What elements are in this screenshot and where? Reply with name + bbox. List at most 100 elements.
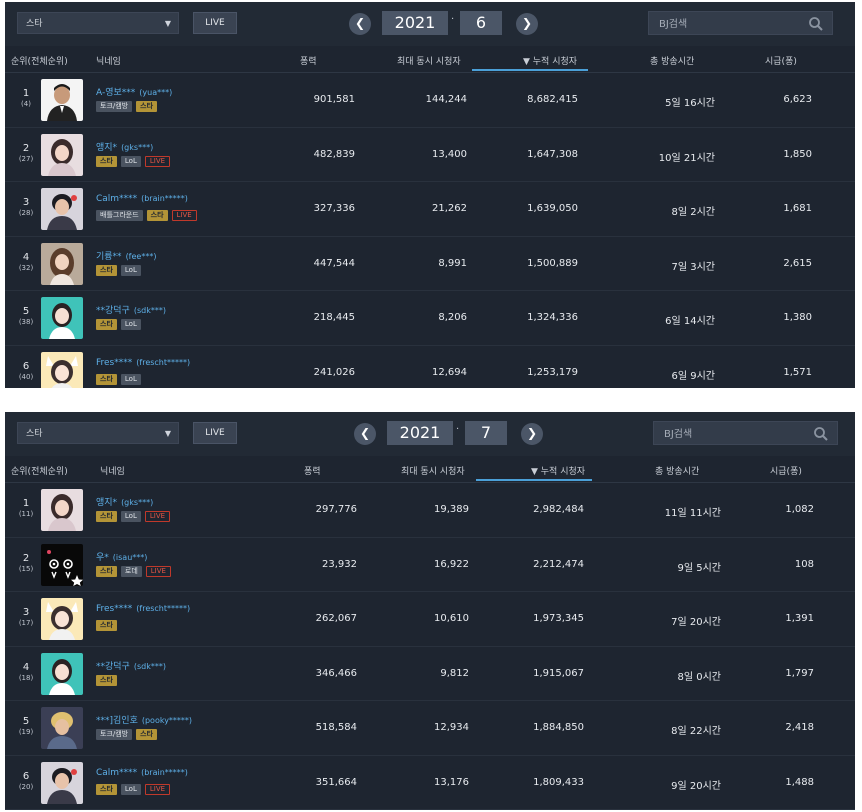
search-icon[interactable] [808,16,824,32]
category-badge: LoL [120,319,141,330]
column-nickname[interactable]: 닉네임 [96,54,121,67]
peak-viewers-value: 13,176 [434,776,469,788]
avatar[interactable] [41,297,83,339]
avatar[interactable] [41,133,83,176]
overall-rank: (4) [21,100,31,108]
ranking-row[interactable]: 2 (27) 앵지* (gks***) 스타 LoL LIVE 482,839 13,400 1,… [5,128,855,182]
column-nickname[interactable]: 닉네임 [100,464,125,477]
bj-nickname[interactable]: 우* (isau***) [96,550,147,563]
overall-rank: (32) [18,263,34,272]
avatar-image [41,79,83,121]
overall-rank: (40) [18,372,34,381]
rank-number: 4 [22,251,30,263]
avatar[interactable] [41,242,83,285]
ranking-row[interactable]: 1 (11) 앵지* (gks***) 스타 LoL LIVE 297,776 19,389 2,… [5,483,855,538]
bj-nickname[interactable]: A-영보*** (yua***) [96,85,172,98]
avatar[interactable] [41,707,83,749]
nickname-text: ***]김인호 [96,716,138,726]
rank-number: 1 [22,498,30,509]
rank: 1 (11) [11,498,41,520]
next-month-button[interactable]: ❯ [516,13,538,35]
month-display[interactable]: 6 [460,11,502,35]
bj-nickname[interactable]: 앵지* (gks***) [96,495,153,508]
bj-search-input[interactable] [649,12,811,37]
category-badge: 토크/캠방 [96,729,133,740]
avatar-image [41,598,83,640]
bj-nickname[interactable]: **강덕구 (sdk***) [96,303,166,316]
ranking-row[interactable]: 6 (40) Fres**** (frescht*****) 스타 LoL 241,026 1… [5,346,855,388]
cumulative-viewers-value: 1,647,308 [527,148,578,160]
ranking-row[interactable]: 4 (18) **강덕구 (sdk***) 스타 346,466 9,812 1,915,06… [5,647,855,701]
avatar[interactable] [41,188,83,230]
column-broadcast-hours[interactable]: 총 방송시간 [650,54,694,67]
category-badge: 스타 [96,674,117,686]
power-value: 23,932 [322,558,357,570]
broadcast-hours-value: 10일 21시간 [658,152,715,164]
badge-list: 토크/캠방 스타 [96,729,161,740]
prev-month-button[interactable]: ❮ [354,423,376,445]
broadcast-hours-value: 9일 20시간 [671,780,721,792]
year-display[interactable]: 2021 [387,421,453,445]
ranking-row[interactable]: 2 (15) 우* (isau***) 스타 로데 LIVE 23,932 16,922 2,21… [5,538,855,592]
avatar[interactable] [41,79,83,121]
column-peak-viewers[interactable]: 최대 동시 시청자 [401,464,465,477]
column-rank[interactable]: 순위(전체순위) [11,464,68,477]
column-power[interactable]: 퐁력 [300,54,317,67]
bj-nickname[interactable]: Fres**** (frescht*****) [96,358,190,368]
nickname-text: 기륭** [96,251,122,262]
avatar[interactable] [41,761,83,804]
column-cumulative-viewers[interactable]: ▼ 누적 시청자 [523,54,577,67]
bj-nickname[interactable]: 앵지* (gks***) [96,140,153,153]
ranking-row[interactable]: 3 (28) Calm**** (brain*****) 배틀그라운드 스타 LIVE 327… [5,182,855,237]
year-display[interactable]: 2021 [382,11,448,35]
ranking-row[interactable]: 3 (17) Fres**** (frescht*****) 스타 262,067 10,6… [5,592,855,647]
avatar-image [41,489,83,531]
ranking-row[interactable]: 5 (19) ***]김인호 (pooky*****) 토크/캠방 스타 518,584 12… [5,701,855,756]
category-select[interactable]: 스타 ▼ [17,422,179,444]
avatar[interactable] [41,598,83,640]
category-value: 스타 [26,429,43,439]
bj-search-input[interactable] [654,422,816,447]
bj-nickname[interactable]: Calm**** (brain*****) [96,768,188,778]
column-hourly-rate[interactable]: 시급(퐁) [770,464,802,477]
column-peak-viewers[interactable]: 최대 동시 시청자 [397,54,461,67]
next-month-button[interactable]: ❯ [521,423,543,445]
ranking-panel-july: 스타 ▼ LIVE ❮ 2021 · 7 ❯ 순위(전체순위) 닉네임 퐁력 최… [5,412,855,810]
column-hourly-rate[interactable]: 시급(퐁) [765,54,797,67]
avatar-image [41,188,83,230]
avatar[interactable] [41,489,83,531]
power-value: 482,839 [313,148,355,160]
bj-nickname[interactable]: ***]김인호 (pooky*****) [96,713,192,726]
column-power[interactable]: 퐁력 [304,464,321,477]
ranking-row[interactable]: 5 (38) **강덕구 (sdk***) 스타 LoL 218,445 8,206 1,324… [5,291,855,346]
bj-nickname[interactable]: Calm**** (brain*****) [96,194,188,204]
nickname-text: Fres**** [96,604,133,614]
ranking-row[interactable]: 1 (4) A-영보*** (yua***) 토크/캠방 스타 901,581 144,244… [5,73,855,128]
avatar[interactable] [41,351,83,388]
chevron-down-icon: ▼ [164,19,171,28]
ranking-row[interactable]: 4 (32) 기륭** (fee***) 스타 LoL 447,544 8,991 1,500,… [5,237,855,291]
bj-nickname[interactable]: 기륭** (fee***) [96,249,156,262]
avatar[interactable] [41,543,83,586]
hourly-rate-value: 2,615 [783,257,812,269]
bj-nickname[interactable]: Fres**** (frescht*****) [96,604,190,614]
ranking-row[interactable]: 6 (20) Calm**** (brain*****) 스타 LoL LIVE 351,66… [5,756,855,810]
prev-month-button[interactable]: ❮ [349,13,371,35]
category-badge: 스타 [96,373,117,385]
category-badge: LoL [120,783,141,795]
column-cumulative-viewers[interactable]: ▼ 누적 시청자 [531,464,585,477]
rank-number: 6 [22,360,30,372]
month-display[interactable]: 7 [465,421,507,445]
avatar[interactable] [41,652,83,695]
avatar-image [41,707,83,749]
search-icon[interactable] [813,426,829,442]
bj-nickname[interactable]: **강덕구 (sdk***) [96,659,166,672]
live-filter-button[interactable]: LIVE [193,422,237,444]
column-rank[interactable]: 순위(전체순위) [11,54,68,67]
live-filter-button[interactable]: LIVE [193,12,237,34]
power-value: 447,544 [313,257,355,269]
hourly-rate-value: 1,380 [783,312,812,323]
user-id: (frescht*****) [136,357,191,367]
column-broadcast-hours[interactable]: 총 방송시간 [655,464,699,477]
category-select[interactable]: 스타 ▼ [17,12,179,34]
